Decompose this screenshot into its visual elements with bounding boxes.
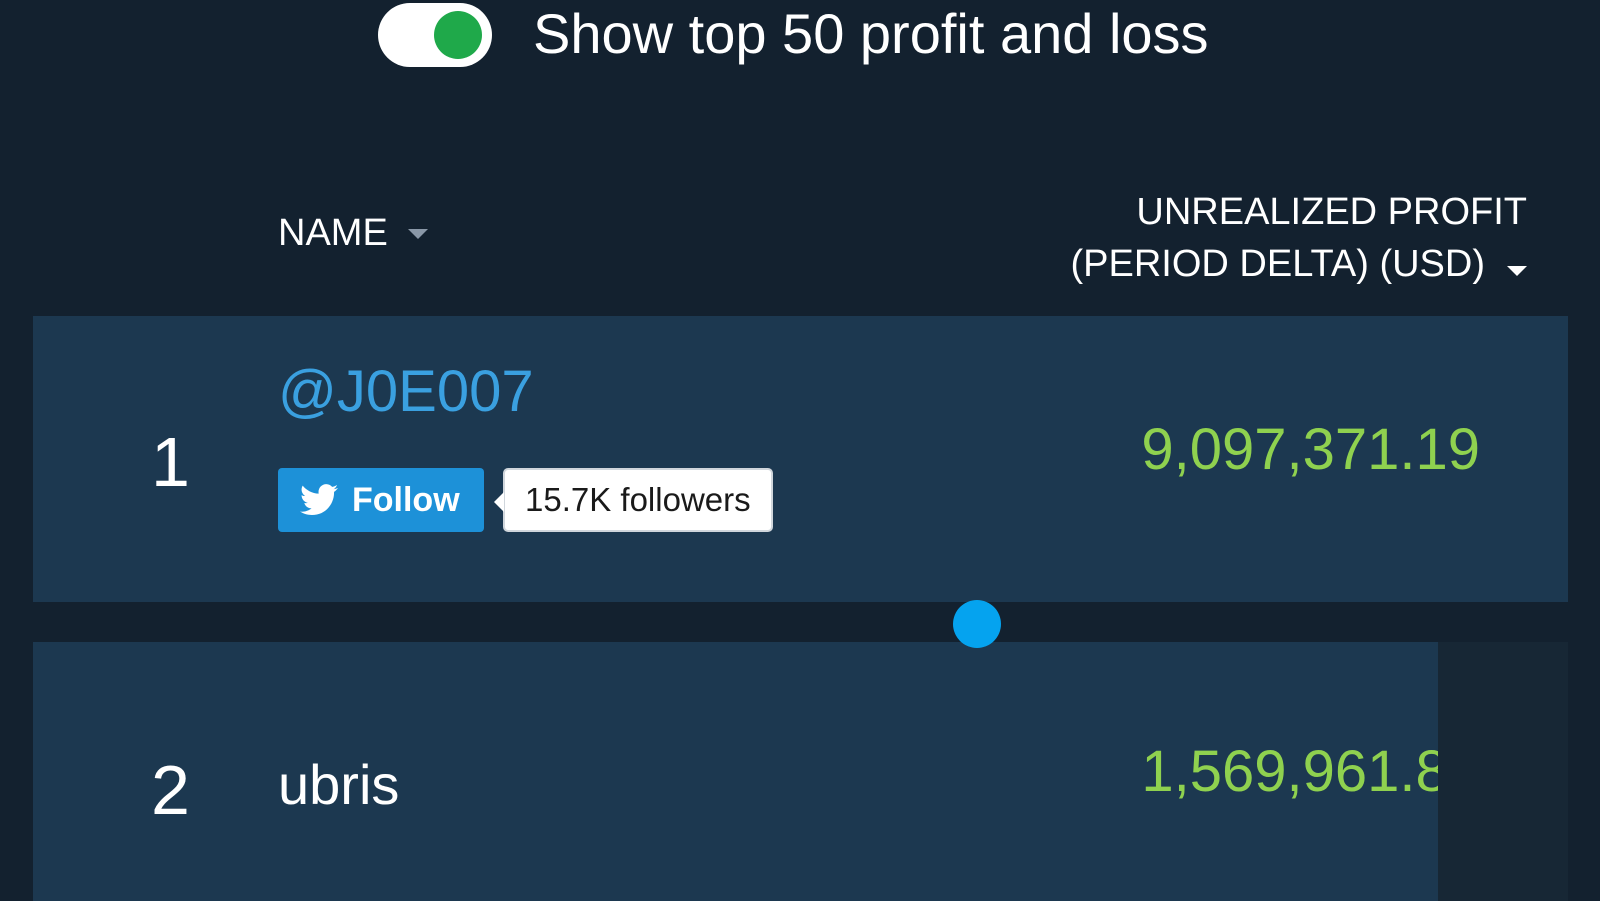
- name-column-header[interactable]: NAME: [278, 212, 428, 255]
- twitter-follow-button[interactable]: Follow: [278, 468, 484, 532]
- profit-column-header[interactable]: UNREALIZED PROFIT (PERIOD DELTA) (USD): [1070, 186, 1527, 290]
- table-row[interactable]: 2 ubris 1,569,961.84: [33, 642, 1568, 901]
- touch-indicator: [953, 600, 1001, 648]
- profit-value: 9,097,371.19: [1141, 417, 1480, 482]
- twitter-bird-icon: [300, 484, 338, 516]
- user-name: ubris: [278, 753, 400, 816]
- followers-count-badge: 15.7K followers: [494, 468, 773, 532]
- top-50-toggle-row: [378, 0, 492, 70]
- toggle-label: Show top 50 profit and loss: [533, 2, 1209, 65]
- row-edge-shade: [1438, 642, 1568, 901]
- profit-header-line2-text: (PERIOD DELTA) (USD): [1070, 243, 1486, 285]
- profit-value: 1,569,961.84: [1141, 739, 1480, 804]
- top-50-toggle[interactable]: [378, 3, 492, 67]
- profit-header-line2: (PERIOD DELTA) (USD): [1070, 238, 1527, 290]
- name-header-label: NAME: [278, 212, 388, 254]
- rank-number: 2: [151, 751, 190, 829]
- leaderboard-page: Show top 50 profit and loss NAME UNREALI…: [0, 0, 1600, 901]
- follow-label: Follow: [352, 480, 460, 519]
- profit-header-line1: UNREALIZED PROFIT: [1136, 191, 1527, 233]
- sort-caret-icon: [1507, 266, 1527, 276]
- sort-caret-icon: [407, 228, 428, 239]
- rank-number: 1: [151, 423, 190, 501]
- table-row[interactable]: 1 @J0E007 Follow 15.7K followers 9,097,3…: [33, 316, 1568, 602]
- toggle-switch-icon: [434, 11, 482, 59]
- user-handle-link[interactable]: @J0E007: [278, 358, 534, 425]
